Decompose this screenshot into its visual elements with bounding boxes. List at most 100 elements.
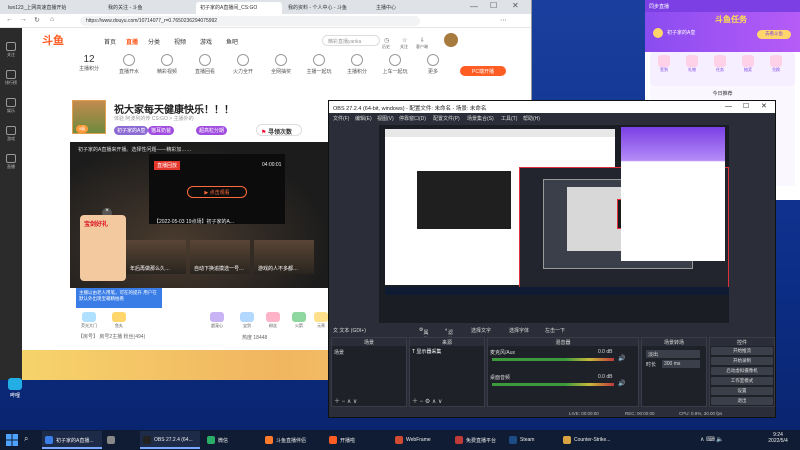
menu-edit[interactable]: 编辑(E) [355, 115, 372, 122]
sidebar-item-fun[interactable]: 娱乐 [2, 98, 20, 116]
topic-replay[interactable]: 直播回看 [184, 51, 226, 91]
menu-help[interactable]: 帮助(H) [523, 115, 540, 122]
tab-3[interactable]: 初子家的A直播间_CS:GO [196, 2, 282, 14]
pc-live-button[interactable]: PC端开播 [460, 66, 506, 76]
exit-button[interactable]: 退出 [711, 397, 773, 405]
minimize-icon[interactable]: — [725, 103, 732, 110]
tab-2[interactable]: 我的关注 - 斗鱼 [104, 2, 194, 14]
menu-scene-collection[interactable]: 场景集合(S) [467, 115, 494, 122]
gift-item[interactable]: 超宠心 [206, 312, 228, 330]
nav-fishbar[interactable]: 鱼吧 [226, 37, 238, 46]
menu-docks[interactable]: 停靠窗口(D) [399, 115, 426, 122]
minimize-icon[interactable]: — [470, 2, 478, 11]
transition-select[interactable]: 淡出 [646, 350, 700, 358]
tag-3[interactable]: 超高粒分期 [196, 126, 228, 135]
panel-cell[interactable]: 任务 [709, 55, 731, 79]
tag-2[interactable]: 猫耳奶爸 [148, 126, 175, 135]
choose-text-button[interactable]: 选择文字 [471, 327, 491, 334]
nav-live[interactable]: 直播 [126, 37, 138, 46]
star-icon[interactable]: ☆ [402, 37, 407, 44]
tray-icons[interactable]: ∧ ⌨ 🔈 [700, 436, 724, 443]
promo-card[interactable]: 宝剑好礼 [80, 215, 126, 281]
studio-mode-button[interactable]: 工作室模式 [711, 377, 773, 385]
topic-score[interactable]: 12 主播积分 [68, 51, 110, 91]
scene-item[interactable]: 场景 [334, 349, 344, 356]
gift-item[interactable]: 鱼丸 [108, 312, 130, 330]
nav-game[interactable]: 游戏 [200, 37, 212, 46]
topic-open[interactable]: 直播开水 [108, 51, 150, 91]
topic-lottery[interactable]: 全网抽奖 [260, 51, 302, 91]
forward-icon[interactable]: → [20, 16, 27, 23]
url-input[interactable]: https://www.douyu.com/10714077_r=0.76502… [80, 16, 420, 26]
menu-file[interactable]: 文件(F) [333, 115, 349, 122]
maximize-icon[interactable]: ☐ [743, 102, 749, 110]
search-input[interactable]: 精彩直播yanka [322, 35, 380, 46]
gift-item[interactable]: 粉丝 [262, 312, 284, 330]
taskbar-clock[interactable]: 9:24 2022/5/4 [760, 432, 796, 444]
douyu-logo[interactable]: 斗鱼 [42, 32, 72, 47]
topic-fire[interactable]: 火力全开 [222, 51, 264, 91]
speaker-icon[interactable]: 🔊 [618, 380, 625, 387]
gift-item[interactable]: 火箭 [288, 312, 310, 330]
topic-points[interactable]: 主播积分 [336, 51, 378, 91]
filters-button[interactable]: ◐ 滤镜 [445, 327, 453, 343]
reload-icon[interactable]: ↻ [34, 16, 40, 24]
avatar[interactable] [444, 33, 458, 47]
sidebar-item-rank[interactable]: 排行榜 [2, 70, 20, 88]
topic-play[interactable]: 主播一起玩 [298, 51, 340, 91]
more-button[interactable]: 左击一下 [545, 327, 565, 334]
replay-thumb[interactable]: 自动下换追摸选一号… [190, 240, 250, 274]
taskbar-steam[interactable]: Steam [506, 431, 556, 449]
taskbar-platform[interactable]: 免费直播平台 [452, 431, 512, 449]
taskbar-obs[interactable]: OBS 27.2.4 (64... [140, 431, 200, 449]
tab-1[interactable]: lwx123_上网高速直播开始 [4, 2, 94, 14]
nav-video[interactable]: 视频 [174, 37, 186, 46]
replay-thumb[interactable]: 游戏的人不多都… [254, 240, 314, 274]
add-icon[interactable]: ＋ − ⚙ ∧ ∨ [412, 396, 442, 405]
tab-5[interactable]: 主播中心 [372, 2, 452, 14]
settings-button[interactable]: 设置 [711, 387, 773, 395]
menu-tools[interactable]: 工具(T) [501, 115, 517, 122]
speaker-icon[interactable]: 🔊 [618, 355, 625, 362]
menu-view[interactable]: 视图(V) [377, 115, 394, 122]
panel-cell[interactable]: 签到 [653, 55, 675, 79]
nav-category[interactable]: 分类 [148, 37, 160, 46]
start-streaming-button[interactable]: 开始推流 [711, 347, 773, 355]
fan-badge[interactable]: 初子家的A皇 [114, 126, 149, 135]
play-button[interactable]: ▶ 点击观看 [187, 186, 247, 198]
menu-icon[interactable]: ⋯ [500, 16, 507, 24]
close-icon[interactable]: ✕ [761, 102, 767, 110]
sidebar-item-follow[interactable]: 关注 [2, 42, 20, 60]
duration-input[interactable]: 300 ms [662, 360, 700, 368]
home-icon[interactable]: ⌂ [50, 16, 54, 23]
nav-home[interactable]: 首页 [104, 37, 116, 46]
sidebar-item-live[interactable]: 直播 [2, 154, 20, 172]
search-icon[interactable]: ⌕ [24, 434, 36, 446]
topic-video[interactable]: 精彩视频 [146, 51, 188, 91]
add-icon[interactable]: ＋ − ∧ ∨ [334, 396, 357, 405]
gift-item[interactable]: 荧光大门 [78, 312, 100, 330]
tab-4[interactable]: 我的资料 - 个人中心 - 斗鱼 [284, 2, 370, 14]
virtual-camera-button[interactable]: 启动虚拟摄像机 [711, 367, 773, 375]
desktop-shortcut[interactable]: 哔哩 [4, 378, 26, 406]
windows-start-icon[interactable] [6, 434, 18, 446]
taskbar-webframe[interactable]: WebFrame [392, 431, 448, 449]
follow-button[interactable]: ⚑ 寻领次数 [256, 124, 302, 136]
taskbar-browser[interactable]: 初子家的A直播... [42, 431, 102, 449]
replay-thumb[interactable]: 年后再做那么久… [126, 240, 186, 274]
source-item[interactable]: T 显示器采集 [412, 348, 441, 355]
start-recording-button[interactable]: 开始录制 [711, 357, 773, 365]
panel-action-button[interactable]: 去看斗鱼 [757, 30, 791, 39]
choose-font-button[interactable]: 选择字体 [509, 327, 529, 334]
menu-profile[interactable]: 配置文件(P) [433, 115, 460, 122]
taskbar-douyu-companion[interactable]: 斗鱼直播伴侣 [262, 431, 322, 449]
panel-cell[interactable]: 抽奖 [737, 55, 759, 79]
taskbar-wechat[interactable]: 微信 [204, 431, 250, 449]
panel-cell[interactable]: 礼物 [681, 55, 703, 79]
taskbar-csgo[interactable]: Counter-Strike... [560, 431, 630, 449]
download-icon[interactable]: ⇩ [420, 37, 425, 44]
topic-ride[interactable]: 上车一起玩 [374, 51, 416, 91]
back-icon[interactable]: ← [6, 16, 13, 23]
taskbar-app[interactable] [104, 431, 134, 449]
topic-more[interactable]: 更多 [412, 51, 454, 91]
